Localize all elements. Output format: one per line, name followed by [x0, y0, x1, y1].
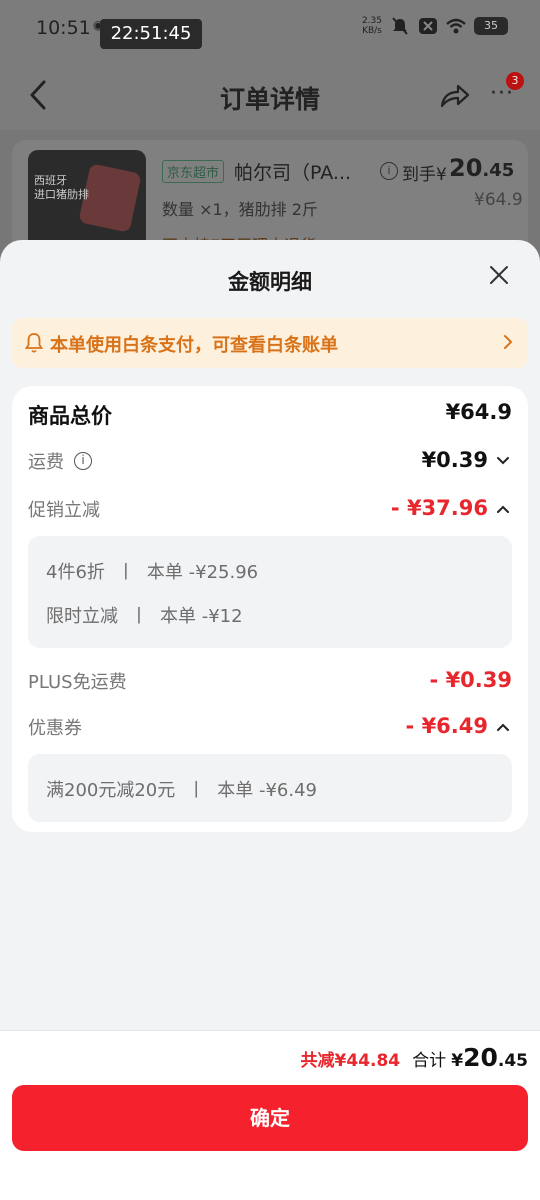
promo-detail-box: 4件6折丨本单 -¥25.96 限时立减丨本单 -¥12 [28, 536, 512, 648]
coupon-detail-name: 满200元减20元 [46, 780, 176, 801]
price-label: 到手¥ [402, 160, 447, 185]
promo-row[interactable]: 促销立减 - ¥37.96 [28, 496, 512, 526]
separator: 丨 [116, 562, 135, 583]
shipping-info-icon[interactable]: i [74, 452, 92, 470]
promo-detail-item: 4件6折丨本单 -¥25.96 [46, 558, 258, 584]
share-icon[interactable] [438, 80, 470, 112]
coupon-label: 优惠券 [28, 718, 82, 739]
net-speed-value: 2.35 [361, 16, 382, 26]
notice-text: 本单使用白条支付，可查看白条账单 [50, 335, 338, 356]
close-icon[interactable] [488, 264, 510, 286]
close-box-icon [419, 18, 437, 34]
status-time: 10:51 [36, 17, 91, 39]
confirm-button[interactable]: 确定 [12, 1085, 528, 1151]
plus-label: PLUS免运费 [28, 672, 127, 693]
message-badge: 3 [506, 72, 524, 90]
promo-detail-name: 4件6折 [46, 562, 105, 583]
product-name[interactable]: 帕尔司（PA... [234, 158, 351, 185]
price-label-text: 到手 [402, 165, 436, 185]
total-currency: ¥ [451, 1051, 464, 1071]
promo-detail-name: 限时立减 [46, 606, 118, 627]
amount-detail-card: 商品总价 ¥64.9 运费 i ¥0.39 促销立减 - ¥37.96 4件6折… [12, 386, 528, 832]
promo-detail-amount: 本单 -¥12 [160, 606, 243, 627]
clock-overlay: 22:51:45 [100, 19, 202, 49]
coupon-detail-box: 满200元减20元丨本单 -¥6.49 [28, 754, 512, 822]
coupon-detail-item: 满200元减20元丨本单 -¥6.49 [46, 776, 317, 802]
chevron-up-icon[interactable] [496, 504, 510, 514]
promo-label: 促销立减 [28, 500, 100, 521]
coupon-value: - ¥6.49 [405, 714, 488, 738]
original-price: ¥64.9 [474, 190, 523, 210]
goods-total-value: ¥64.9 [445, 400, 512, 424]
shipping-label: 运费 [28, 452, 64, 473]
separator: 丨 [187, 780, 206, 801]
status-bar: 10:51 ◉ 22:51:45 2.35 KB/s 35 [0, 0, 540, 60]
status-icons: 2.35 KB/s 35 [362, 16, 508, 36]
shipping-row[interactable]: 运费 i ¥0.39 [28, 448, 512, 478]
coupon-row[interactable]: 优惠券 - ¥6.49 [28, 714, 512, 744]
wifi-icon [446, 18, 466, 34]
shipping-value: ¥0.39 [421, 448, 488, 472]
title-bar: 订单详情 ··· [0, 60, 540, 130]
thumbnail-caption-line2: 进口猪肋排 [34, 188, 89, 201]
plus-free-shipping-row: PLUS免运费 - ¥0.39 [28, 668, 512, 698]
total-int: 20 [463, 1043, 498, 1072]
promo-value: - ¥37.96 [390, 496, 488, 520]
net-speed-unit: KB/s [362, 26, 382, 36]
total-amount: 合计 ¥20.45 [412, 1043, 528, 1072]
goods-total-row: 商品总价 ¥64.9 [28, 400, 512, 430]
total-summary: 共减¥44.84 合计 ¥20.45 [301, 1043, 528, 1072]
footer-bar: 共减¥44.84 合计 ¥20.45 确定 [0, 1030, 540, 1200]
promo-detail-amount: 本单 -¥25.96 [146, 562, 259, 583]
store-tag: 京东超市 [162, 160, 225, 183]
goods-total-label: 商品总价 [28, 404, 112, 428]
separator: 丨 [130, 606, 148, 627]
battery-indicator: 35 [474, 17, 508, 35]
net-speed: 2.35 KB/s [362, 16, 382, 36]
price-info-icon[interactable]: i [380, 162, 398, 180]
thumbnail-caption: 西班牙 进口猪肋排 [34, 174, 89, 202]
chevron-down-icon[interactable] [496, 456, 510, 466]
bell-icon [24, 333, 44, 353]
price-currency: ¥ [436, 165, 447, 185]
total-reduction: 共减¥44.84 [300, 1051, 401, 1071]
chevron-right-icon [504, 335, 512, 349]
mute-icon [392, 17, 408, 35]
product-price: 20.45 [449, 154, 514, 182]
chevron-up-icon[interactable] [496, 722, 510, 732]
plus-value: - ¥0.39 [429, 668, 512, 692]
baitiao-notice[interactable]: 本单使用白条支付，可查看白条账单 [12, 318, 528, 368]
coupon-detail-amount: 本单 -¥6.49 [217, 780, 318, 801]
total-label: 合计 [412, 1051, 447, 1071]
product-price-dec: .45 [482, 160, 515, 181]
product-spec: 数量 ×1，猪肋排 2斤 [162, 200, 318, 219]
product-price-int: 20 [449, 154, 483, 182]
promo-detail-item: 限时立减丨本单 -¥12 [46, 602, 243, 628]
sheet-title: 金额明细 [228, 270, 312, 294]
total-dec: .45 [497, 1051, 528, 1071]
thumbnail-caption-line1: 西班牙 [34, 174, 67, 187]
